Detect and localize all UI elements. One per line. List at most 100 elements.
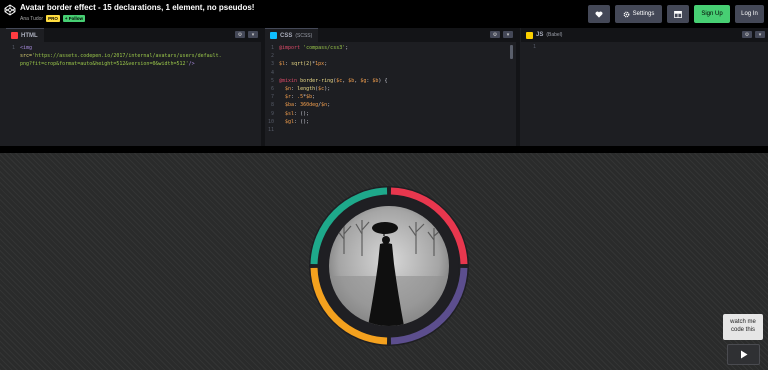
js-icon [526, 31, 533, 39]
layout-icon [674, 10, 682, 18]
line-number: 5 [270, 77, 274, 84]
js-tabbar: JS (Babel) ⚙ ▾ [521, 28, 768, 42]
code-line[interactable]: 5 @mixin border-ring($c, $b, $g: $b) { [265, 77, 516, 85]
editor-panels: HTML ⚙ ▾ 1 <img src='https://assets.codepe… [0, 28, 768, 146]
css-editor: CSS (SCSS) ⚙ ▾ 1 @import 'compass/css3'; 2… [265, 28, 516, 144]
line-number: 6 [270, 86, 274, 93]
play-icon [740, 350, 747, 359]
line-number: 11 [267, 127, 274, 134]
code-line[interactable]: 3 $l: sqrt(2) * 1px; [265, 60, 516, 68]
code-line[interactable]: 9 $sl: (); [265, 110, 516, 118]
code-token: ) { [378, 77, 388, 84]
code-token: ); [324, 86, 331, 93]
code-line[interactable]: 4 [265, 69, 516, 77]
follow-button[interactable]: + Follow [62, 15, 85, 22]
watch-me-code-button[interactable]: watch me code this [723, 314, 763, 340]
line-number: 10 [267, 118, 274, 125]
line-number: 1 [270, 45, 274, 51]
pen-meta: Ana Tudor PRO + Follow [20, 15, 85, 22]
avatar-photo [329, 206, 449, 326]
tab-css-sublabel: (SCSS) [295, 32, 313, 39]
gear-icon: ⚙ [237, 31, 243, 38]
code-token: ; [324, 61, 328, 68]
code-token: /> [188, 61, 195, 68]
code-line[interactable]: 2 [265, 52, 516, 60]
watch-label-line-2: code this [730, 327, 755, 333]
change-view-button[interactable] [667, 5, 689, 23]
signup-button[interactable]: Sign Up [694, 5, 730, 23]
js-collapse-button[interactable]: ▾ [755, 31, 765, 38]
love-button[interactable] [588, 5, 610, 23]
tab-html-label: HTML [21, 32, 38, 39]
editor-divider[interactable] [516, 28, 520, 146]
heart-icon [595, 11, 603, 18]
code-token: ; [345, 45, 349, 51]
gear-icon: ⚙ [492, 31, 498, 38]
css-tabbar: CSS (SCSS) ⚙ ▾ [265, 28, 516, 42]
code-token: 1px [315, 61, 325, 68]
codepen-logo-icon[interactable] [4, 4, 16, 16]
tab-js-sublabel: (Babel) [546, 32, 563, 38]
html-code[interactable]: 1 <img src='https://assets.codepen.io/2017… [6, 44, 261, 69]
code-token: border-ring [297, 77, 334, 84]
tab-js[interactable]: JS (Babel) [521, 28, 568, 42]
preview-resizer[interactable] [0, 146, 768, 153]
tab-css[interactable]: CSS (SCSS) [265, 28, 319, 42]
line-number: 4 [270, 69, 274, 76]
play-button[interactable] [727, 344, 760, 365]
avatar [304, 184, 474, 348]
css-collapse-button[interactable]: ▾ [503, 31, 513, 38]
pen-title: Avatar border effect - 15 declarations, … [20, 3, 255, 12]
code-token: $ba [285, 102, 295, 109]
css-icon [270, 32, 277, 39]
line-number: 2 [270, 53, 274, 60]
js-settings-button[interactable]: ⚙ [742, 31, 752, 38]
code-line[interactable]: 8 $ba: 360deg / $n; [265, 101, 516, 109]
html-collapse-button[interactable]: ▾ [248, 31, 258, 38]
code-token: sqrt(2) [291, 61, 313, 68]
code-line[interactable]: 11 [265, 126, 516, 134]
tab-js-label: JS [536, 32, 544, 38]
css-code[interactable]: 1 @import 'compass/css3'; 2 3 $l: sqrt(2) * 1p… [265, 44, 516, 134]
login-button[interactable]: Log In [735, 5, 764, 23]
gear-icon [623, 11, 630, 17]
code-line[interactable]: 7 $r: .5 * $b; [265, 93, 516, 101]
code-token: : (); [294, 118, 310, 125]
code-token: 'https://assets.codepen.io/2017/internal… [32, 53, 222, 60]
code-token: $gl [285, 118, 295, 125]
pen-header: Avatar border effect - 15 declarations, … [0, 0, 768, 28]
code-token: length [297, 86, 316, 93]
code-line[interactable]: png?fit=crop&format=auto&height=512&vers… [6, 60, 261, 68]
line-number: 3 [270, 61, 274, 68]
settings-button[interactable]: Settings [615, 5, 662, 23]
line-number: 8 [270, 102, 274, 109]
pro-badge: PRO [46, 15, 60, 22]
line-number: 1 [11, 45, 15, 51]
html-icon [11, 32, 18, 39]
css-settings-button[interactable]: ⚙ [490, 31, 500, 38]
code-token: @import [279, 45, 301, 51]
css-scrollbar[interactable] [510, 45, 513, 59]
chevron-down-icon: ▾ [506, 31, 510, 38]
code-line[interactable]: 10 $gl: (); [265, 118, 516, 126]
html-tabbar: HTML ⚙ ▾ [6, 28, 261, 42]
code-token: @mixin [279, 77, 298, 84]
code-line[interactable]: 1 <img [6, 44, 261, 52]
html-settings-button[interactable]: ⚙ [235, 31, 245, 38]
code-token: ; [312, 94, 316, 101]
code-token: $sl [285, 110, 295, 117]
code-token: png?fit=crop&format=auto&height=512&vers… [20, 61, 189, 68]
chevron-down-icon: ▾ [758, 31, 762, 38]
code-line[interactable]: src='https://assets.codepen.io/2017/inte… [6, 52, 261, 60]
js-line-number: 1 [533, 44, 537, 50]
avatar-ring-svg [309, 186, 469, 346]
line-number: 9 [270, 110, 274, 117]
html-editor: HTML ⚙ ▾ 1 <img src='https://assets.codepe… [6, 28, 261, 144]
tab-html[interactable]: HTML [6, 28, 44, 42]
code-line[interactable]: 6 $n: length($c); [265, 85, 516, 93]
chevron-down-icon: ▾ [251, 31, 255, 38]
author-name[interactable]: Ana Tudor [20, 16, 43, 22]
settings-label: Settings [632, 11, 655, 17]
code-line[interactable]: 1 @import 'compass/css3'; [265, 44, 516, 52]
code-token: : (); [294, 110, 310, 117]
